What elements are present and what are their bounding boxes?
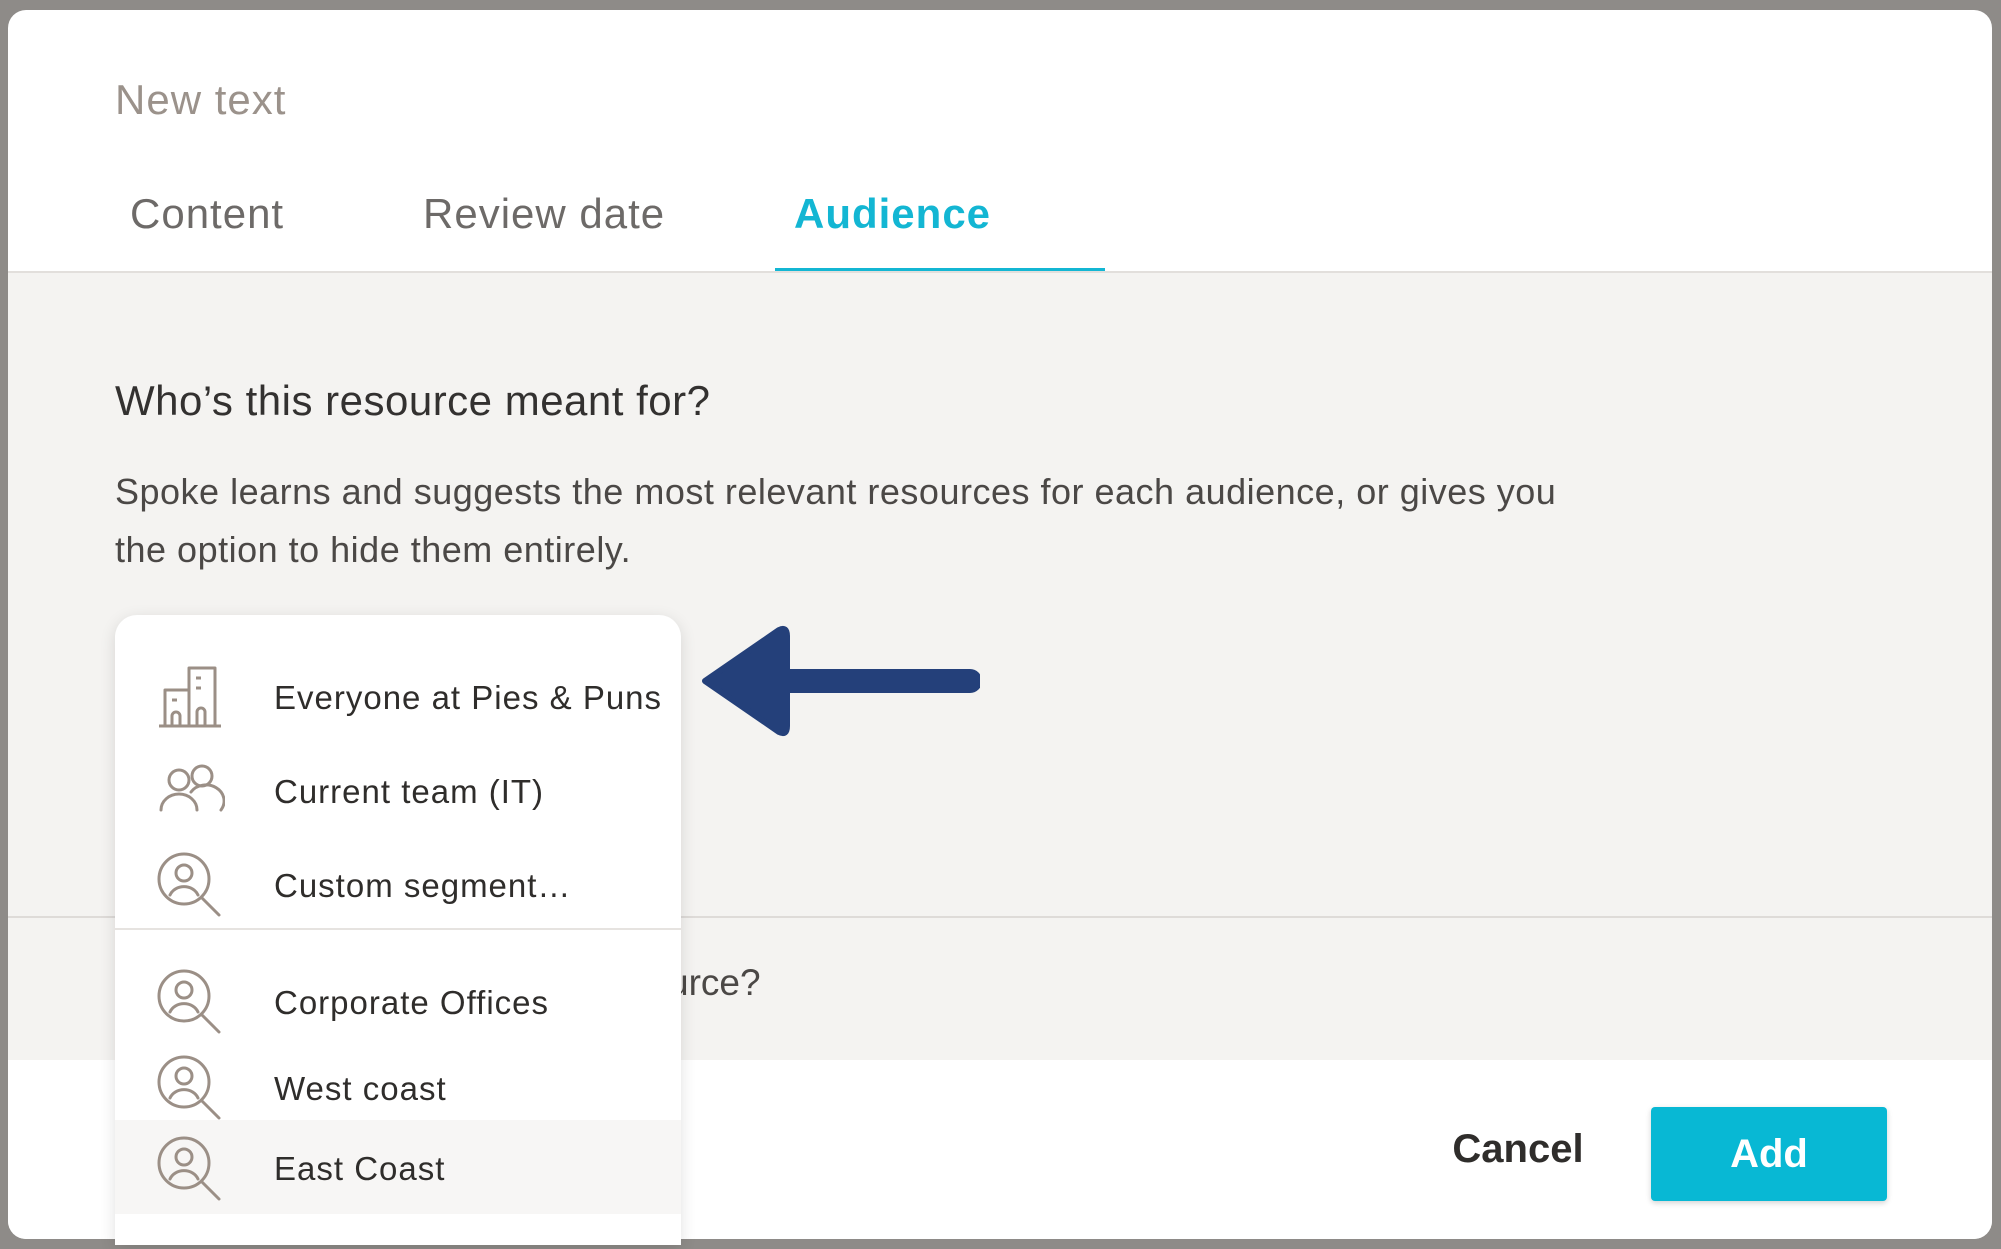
dropdown-item-label: Custom segment… [274, 867, 572, 904]
dropdown-divider [115, 928, 681, 930]
dropdown-item-label: East Coast [274, 1150, 446, 1187]
audience-description: Spoke learns and suggests the most relev… [115, 471, 1557, 570]
user-search-icon [155, 850, 225, 920]
team-icon [155, 756, 226, 826]
tab-bar: Content Review date Audience [8, 170, 1992, 273]
dropdown-item-custom-segment[interactable]: Custom segment… [115, 840, 681, 930]
dropdown-item-label: Corporate Offices [274, 984, 550, 1021]
audience-question: Who’s this resource meant for? [115, 377, 711, 424]
tab-review-date[interactable]: Review date [423, 190, 665, 238]
cancel-button[interactable]: Cancel [1438, 1114, 1598, 1184]
tab-audience[interactable]: Audience [794, 190, 991, 238]
user-search-icon [155, 1134, 225, 1204]
add-button[interactable]: Add [1651, 1107, 1887, 1201]
second-question-text: urce? [668, 962, 761, 1003]
callout-arrow [695, 620, 982, 740]
dropdown-item-label: West coast [274, 1070, 447, 1107]
dropdown-item-everyone[interactable]: Everyone at Pies & Puns [115, 652, 681, 742]
audience-dropdown: Everyone at Pies & Puns Current team (IT… [115, 615, 681, 1245]
dropdown-item-label: Everyone at Pies & Puns [274, 679, 663, 716]
building-icon [155, 662, 225, 732]
dropdown-item-east-coast[interactable]: East Coast [115, 1120, 681, 1214]
dialog-title: New text [115, 76, 287, 123]
dropdown-item-corporate-offices[interactable]: Corporate Offices [115, 957, 681, 1047]
tab-content[interactable]: Content [130, 190, 284, 238]
dropdown-item-current-team[interactable]: Current team (IT) [115, 746, 681, 836]
user-search-icon [155, 967, 225, 1037]
user-search-icon [155, 1053, 225, 1123]
left-arrow-icon [702, 625, 982, 737]
dropdown-item-label: Current team (IT) [274, 773, 545, 810]
